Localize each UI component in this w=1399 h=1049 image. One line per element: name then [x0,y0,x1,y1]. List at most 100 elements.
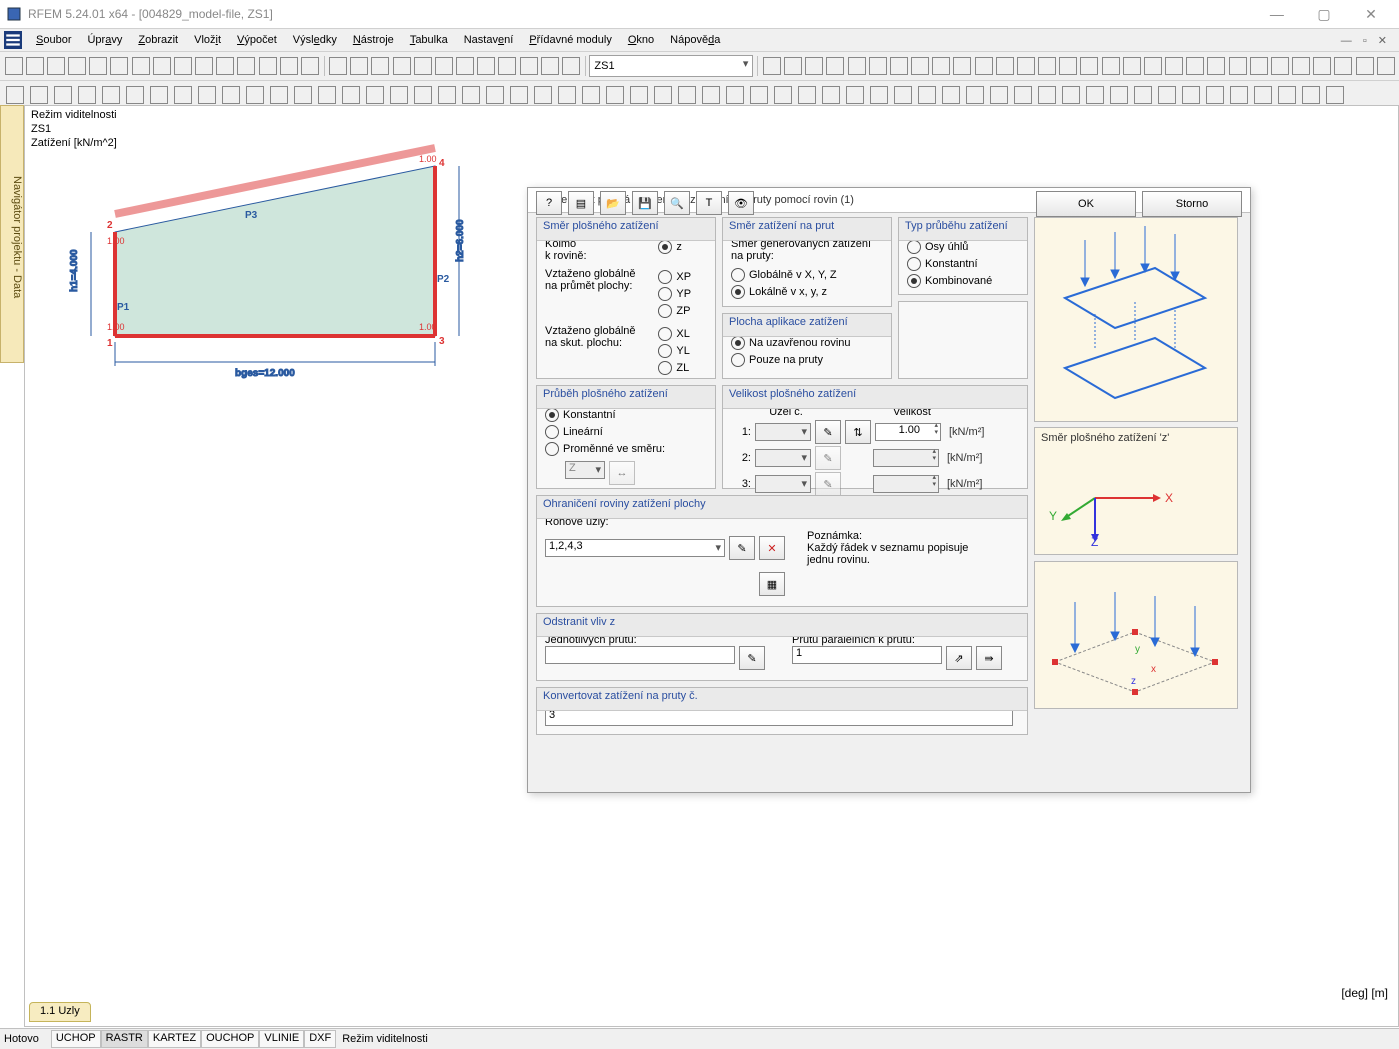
plane-extra-button[interactable]: ▦ [759,572,785,596]
toolbar1-btn-c11[interactable] [995,55,1014,77]
pick-corner-button[interactable]: ✎ [729,536,755,560]
menu-nastroje[interactable]: Nástroje [345,32,402,48]
toolbar1-btn-9[interactable] [195,55,214,77]
toolbar1-btn-b2[interactable] [371,55,390,77]
toolbar1-btn-c26[interactable] [1313,55,1332,77]
toolbar2-btn-32[interactable] [772,84,794,106]
toolbar2-btn-22[interactable] [532,84,554,106]
toolbar1-btn-b3[interactable] [392,55,411,77]
toolbar2-btn-31[interactable] [748,84,770,106]
toolbar2-btn-48[interactable] [1156,84,1178,106]
pick-node1-button[interactable]: ✎ [815,420,841,444]
toolbar1-btn-b1[interactable] [350,55,369,77]
toolbar2-btn-3[interactable] [76,84,98,106]
toolbar2-btn-40[interactable] [964,84,986,106]
bottom-tab[interactable]: 1.1 Uzly [29,1002,91,1022]
toolbar2-btn-53[interactable] [1276,84,1298,106]
toolbar2-btn-1[interactable] [28,84,50,106]
indiv-members-input[interactable] [545,646,735,664]
radio-variable[interactable]: Proměnné ve směru: [545,440,707,457]
toolbar1-btn-c24[interactable] [1270,55,1289,77]
radio-constant-type[interactable]: Konstantní [907,255,1019,272]
toolbar2-btn-18[interactable] [436,84,458,106]
status-rastr[interactable]: RASTR [101,1030,148,1048]
toolbar1-btn-c10[interactable] [974,55,993,77]
toolbar1-btn-c17[interactable] [1122,55,1141,77]
mag1-input[interactable]: 1.00 [875,423,941,441]
radio-yp[interactable]: YP [658,285,707,302]
toolbar1-btn-5[interactable] [110,55,129,77]
delete-corner-button[interactable]: ✕ [759,536,785,560]
toolbar1-btn-c13[interactable] [1038,55,1057,77]
zoom-button[interactable]: 🔍 [664,191,690,215]
toolbar2-btn-50[interactable] [1204,84,1226,106]
toolbar2-btn-29[interactable] [700,84,722,106]
toolbar1-btn-c12[interactable] [1016,55,1035,77]
window-close-button[interactable]: ✕ [1349,6,1393,23]
toolbar1-btn-b7[interactable] [477,55,496,77]
toolbar1-btn-c0[interactable] [762,55,781,77]
toolbar1-btn-c15[interactable] [1080,55,1099,77]
toolbar2-btn-6[interactable] [148,84,170,106]
toolbar2-btn-46[interactable] [1108,84,1130,106]
radio-local[interactable]: Lokálně v x, y, z [731,283,883,300]
toolbar1-btn-c18[interactable] [1143,55,1162,77]
toolbar2-btn-45[interactable] [1084,84,1106,106]
status-vlinie[interactable]: VLINIE [259,1030,304,1048]
toolbar2-btn-38[interactable] [916,84,938,106]
toolbar2-btn-15[interactable] [364,84,386,106]
toolbar1-btn-c19[interactable] [1165,55,1184,77]
loadcase-combo[interactable]: ZS1 [589,55,753,77]
toolbar2-btn-2[interactable] [52,84,74,106]
toolbar1-btn-10[interactable] [216,55,235,77]
toolbar1-btn-c20[interactable] [1186,55,1205,77]
corner-nodes-combo[interactable]: 1,2,4,3 [545,539,725,557]
toolbar1-btn-b5[interactable] [434,55,453,77]
toolbar1-btn-c16[interactable] [1101,55,1120,77]
toolbar2-btn-35[interactable] [844,84,866,106]
toolbar1-btn-c27[interactable] [1334,55,1353,77]
toolbar1-btn-c7[interactable] [910,55,929,77]
open-button[interactable]: 📂 [600,191,626,215]
mdi-restore-button[interactable]: ▫ [1359,35,1371,47]
toolbar2-btn-39[interactable] [940,84,962,106]
pick-node-all-button[interactable]: ⇅ [845,420,871,444]
toolbar2-btn-24[interactable] [580,84,602,106]
toolbar1-btn-b8[interactable] [498,55,517,77]
toolbar1-btn-c5[interactable] [868,55,887,77]
toolbar2-btn-30[interactable] [724,84,746,106]
toolbar2-btn-9[interactable] [220,84,242,106]
toolbar2-btn-8[interactable] [196,84,218,106]
toolbar1-btn-b4[interactable] [413,55,432,77]
toolbar1-btn-c6[interactable] [889,55,908,77]
toolbar2-btn-17[interactable] [412,84,434,106]
toolbar2-btn-27[interactable] [652,84,674,106]
toolbar1-btn-c21[interactable] [1207,55,1226,77]
calc-button[interactable]: ▤ [568,191,594,215]
menu-okno[interactable]: Okno [620,32,662,48]
toolbar1-btn-11[interactable] [237,55,256,77]
toolbar1-btn-c8[interactable] [932,55,951,77]
toolbar2-btn-28[interactable] [676,84,698,106]
toolbar2-btn-34[interactable] [820,84,842,106]
menu-tabulka[interactable]: Tabulka [402,32,456,48]
toolbar1-btn-13[interactable] [279,55,298,77]
toolbar2-btn-47[interactable] [1132,84,1154,106]
toolbar2-btn-5[interactable] [124,84,146,106]
toolbar1-btn-b10[interactable] [540,55,559,77]
toolbar1-btn-b0[interactable] [328,55,347,77]
toolbar2-btn-7[interactable] [172,84,194,106]
toolbar2-btn-37[interactable] [892,84,914,106]
save-button[interactable]: 💾 [632,191,658,215]
toolbar2-btn-4[interactable] [100,84,122,106]
toolbar2-btn-44[interactable] [1060,84,1082,106]
cancel-button[interactable]: Storno [1142,191,1242,217]
menu-vysledky[interactable]: Výsledky [285,32,345,48]
toolbar1-btn-8[interactable] [173,55,192,77]
toolbar2-btn-16[interactable] [388,84,410,106]
toolbar1-btn-c28[interactable] [1355,55,1374,77]
eye-button[interactable]: 👁 [728,191,754,215]
toolbar2-btn-43[interactable] [1036,84,1058,106]
toolbar1-btn-4[interactable] [89,55,108,77]
toolbar1-btn-c25[interactable] [1292,55,1311,77]
